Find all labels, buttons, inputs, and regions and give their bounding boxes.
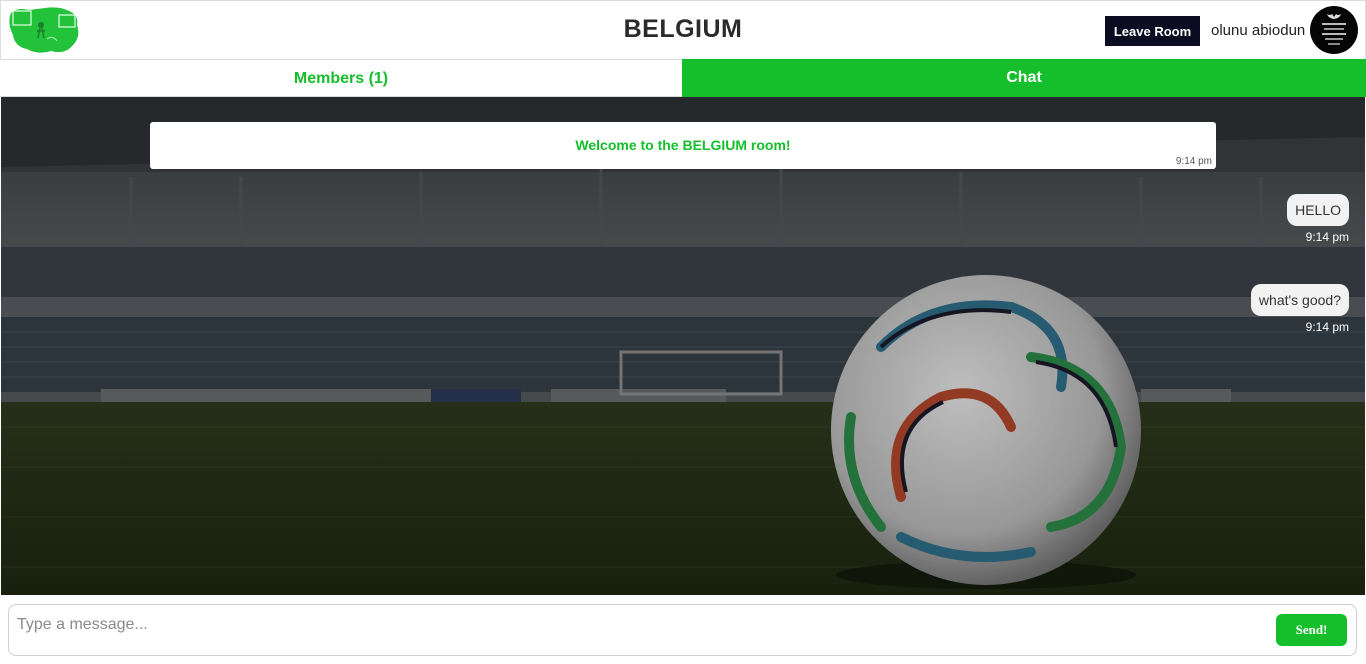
send-button[interactable]: Send! (1276, 614, 1347, 646)
leave-room-button[interactable]: Leave Room (1105, 16, 1200, 46)
welcome-timestamp: 9:14 pm (1175, 156, 1212, 167)
chat-message: what's good? 9:14 pm (1250, 284, 1349, 334)
tab-chat[interactable]: Chat (682, 59, 1366, 97)
chat-messages-area[interactable]: Welcome to the BELGIUM room! 9:14 pm HEL… (1, 97, 1365, 595)
message-timestamp: 9:14 pm (1305, 320, 1349, 334)
avatar[interactable] (1310, 6, 1358, 54)
welcome-message: Welcome to the BELGIUM room! 9:14 pm (150, 122, 1216, 169)
stadium-background-image (1, 97, 1365, 595)
tab-bar: Members (1) Chat (0, 59, 1366, 97)
message-bubble: what's good? (1250, 284, 1349, 316)
chat-message: HELLO 9:14 pm (1287, 194, 1349, 244)
message-timestamp: 9:14 pm (1305, 230, 1349, 244)
welcome-text: Welcome to the BELGIUM room! (575, 137, 791, 153)
tab-members[interactable]: Members (1) (0, 59, 682, 97)
app-header: BELGIUM Leave Room olunu abiodun (0, 0, 1366, 60)
message-bubble: HELLO (1287, 194, 1349, 226)
username: olunu abiodun (1211, 22, 1306, 39)
message-composer: Send! (8, 604, 1357, 656)
batman-avatar-icon (1322, 14, 1346, 45)
message-input[interactable] (15, 611, 1269, 639)
